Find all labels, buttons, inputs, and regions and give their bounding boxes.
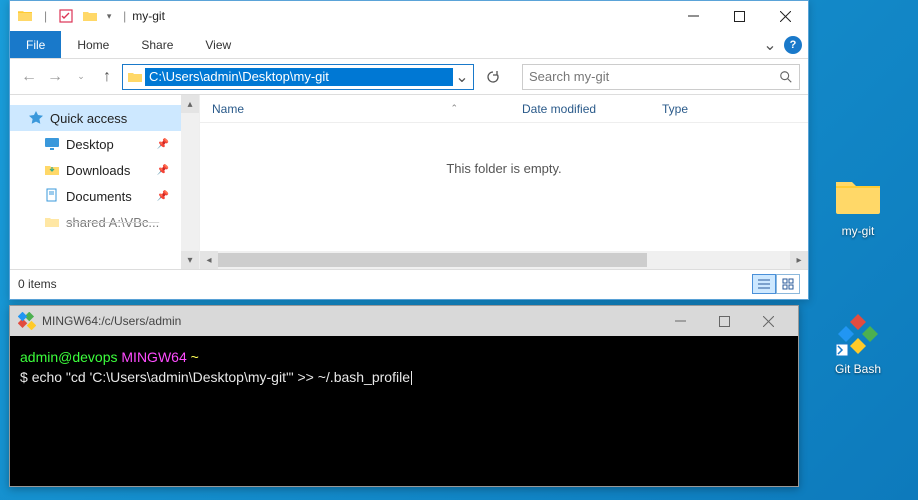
- sort-indicator-icon: ⌃: [450, 103, 458, 114]
- separator: |: [123, 9, 126, 23]
- prompt-system: MINGW64: [121, 349, 186, 365]
- column-name[interactable]: Name ⌃: [200, 102, 510, 116]
- share-tab[interactable]: Share: [125, 31, 189, 58]
- close-button[interactable]: [746, 309, 790, 333]
- details-view-button[interactable]: [752, 274, 776, 294]
- desktop-icon: [44, 136, 60, 152]
- address-dropdown-icon[interactable]: ⌄: [453, 67, 471, 87]
- prompt-path: ~: [191, 349, 199, 365]
- back-button[interactable]: ←: [18, 66, 40, 88]
- scroll-right-icon[interactable]: ▸: [790, 251, 808, 269]
- maximize-button[interactable]: [716, 1, 762, 31]
- file-explorer-window: | ▾ | my-git File Home Share View ⌄ ? ← …: [9, 0, 809, 300]
- home-tab[interactable]: Home: [61, 31, 125, 58]
- column-headers: Name ⌃ Date modified Type: [200, 95, 808, 123]
- column-date[interactable]: Date modified: [510, 102, 650, 116]
- expand-ribbon-icon[interactable]: ⌄: [760, 35, 780, 55]
- status-bar: 0 items: [10, 269, 808, 297]
- sidebar-item-label: Downloads: [66, 163, 130, 178]
- git-bash-window: MINGW64:/c/Users/admin admin@devops MING…: [9, 305, 799, 487]
- separator: |: [44, 9, 47, 23]
- terminal-body[interactable]: admin@devops MINGW64 ~ $ echo "cd 'C:\Us…: [10, 336, 798, 486]
- scroll-left-icon[interactable]: ◂: [200, 251, 218, 269]
- content-area: Name ⌃ Date modified Type This folder is…: [200, 95, 808, 269]
- sidebar-item-documents[interactable]: Documents 📌: [10, 183, 181, 209]
- desktop-icon-label: Git Bash: [818, 362, 898, 376]
- folder-icon: [125, 67, 145, 87]
- qat-dropdown-icon[interactable]: ▾: [103, 5, 115, 27]
- recent-dropdown-icon[interactable]: ⌄: [70, 66, 92, 88]
- search-placeholder: Search my-git: [529, 69, 779, 84]
- search-icon[interactable]: [779, 70, 793, 84]
- star-icon: [28, 110, 44, 126]
- sidebar-item-desktop[interactable]: Desktop 📌: [10, 131, 181, 157]
- vertical-scrollbar[interactable]: ▴ ▾: [181, 95, 199, 269]
- help-icon[interactable]: ?: [784, 36, 802, 54]
- git-bash-icon: [18, 312, 36, 330]
- sidebar-item-label: Desktop: [66, 137, 114, 152]
- sidebar-item-downloads[interactable]: Downloads 📌: [10, 157, 181, 183]
- view-tab[interactable]: View: [189, 31, 247, 58]
- file-menu[interactable]: File: [10, 31, 61, 58]
- terminal-titlebar[interactable]: MINGW64:/c/Users/admin: [10, 306, 798, 336]
- address-path[interactable]: C:\Users\admin\Desktop\my-git: [145, 68, 453, 86]
- close-button[interactable]: [762, 1, 808, 31]
- ribbon-tabs: File Home Share View ⌄ ?: [10, 31, 808, 59]
- folder-icon: [834, 172, 882, 220]
- properties-icon[interactable]: [55, 5, 77, 27]
- sidebar-item-label: shared A:\VBc...: [66, 215, 159, 230]
- cursor: [411, 371, 412, 385]
- new-folder-quick-icon[interactable]: [79, 5, 101, 27]
- downloads-icon: [44, 162, 60, 178]
- terminal-title: MINGW64:/c/Users/admin: [42, 314, 181, 328]
- desktop-gitbash-shortcut[interactable]: Git Bash: [818, 310, 898, 376]
- navigation-bar: ← → ⌄ ↑ C:\Users\admin\Desktop\my-git ⌄ …: [10, 59, 808, 95]
- desktop-folder-mygit[interactable]: my-git: [818, 172, 898, 238]
- window-title: my-git: [132, 9, 165, 23]
- forward-button[interactable]: →: [44, 66, 66, 88]
- column-type[interactable]: Type: [650, 102, 808, 116]
- minimize-button[interactable]: [658, 309, 702, 333]
- empty-folder-message: This folder is empty.: [200, 123, 808, 251]
- desktop-icon-label: my-git: [818, 224, 898, 238]
- scroll-thumb[interactable]: [218, 253, 647, 267]
- pin-icon: 📌: [157, 191, 169, 202]
- minimize-button[interactable]: [670, 1, 716, 31]
- folder-icon: [44, 214, 60, 230]
- scroll-down-icon[interactable]: ▾: [181, 251, 199, 269]
- pin-icon: 📌: [157, 139, 169, 150]
- prompt-user: admin@devops: [20, 349, 118, 365]
- refresh-button[interactable]: [480, 64, 506, 90]
- icons-view-button[interactable]: [776, 274, 800, 294]
- terminal-command: echo "cd 'C:\Users\admin\Desktop\my-git'…: [32, 369, 410, 385]
- maximize-button[interactable]: [702, 309, 746, 333]
- up-button[interactable]: ↑: [96, 66, 118, 88]
- navigation-pane: Quick access Desktop 📌 Downloads 📌 Docum…: [10, 95, 200, 269]
- quick-access-item[interactable]: Quick access: [10, 105, 181, 131]
- git-bash-icon: [834, 310, 882, 358]
- search-box[interactable]: Search my-git: [522, 64, 800, 90]
- sidebar-item-label: Documents: [66, 189, 132, 204]
- titlebar[interactable]: | ▾ | my-git: [10, 1, 808, 31]
- folder-icon: [14, 5, 36, 27]
- horizontal-scrollbar[interactable]: ◂ ▸: [200, 251, 808, 269]
- scroll-up-icon[interactable]: ▴: [181, 95, 199, 113]
- pin-icon: 📌: [157, 165, 169, 176]
- address-bar[interactable]: C:\Users\admin\Desktop\my-git ⌄: [122, 64, 474, 90]
- documents-icon: [44, 188, 60, 204]
- item-count: 0 items: [18, 277, 57, 291]
- quick-access-label: Quick access: [50, 111, 127, 126]
- sidebar-item-shared[interactable]: shared A:\VBc...: [10, 209, 181, 235]
